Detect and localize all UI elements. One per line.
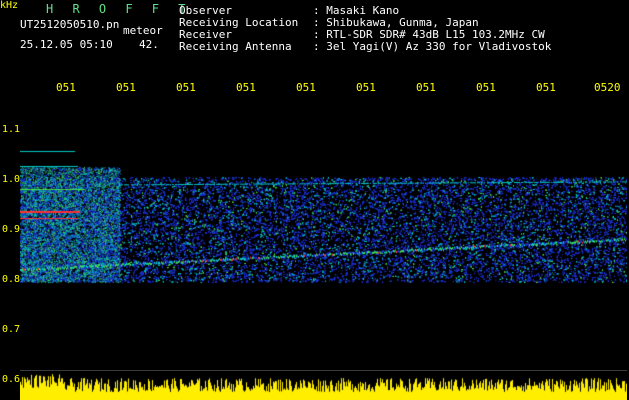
- time-tick-label: 051: [296, 81, 316, 94]
- y-tick-label: 0.7: [2, 324, 21, 335]
- time-tick-label: 051: [176, 81, 196, 94]
- brand-title: H R O F F T: [46, 2, 192, 16]
- time-tick-label: 051: [116, 81, 136, 94]
- spectrogram-waterfall: [20, 97, 627, 400]
- station-info-labels: Observer Receiving Location Receiver Rec…: [179, 4, 299, 53]
- y-tick-label: 0.9: [2, 224, 21, 235]
- count-value: 42.: [139, 38, 159, 51]
- time-tick-label: 051: [236, 81, 256, 94]
- file-name: UT2512050510.pn: [20, 18, 120, 31]
- station-info-values: : Masaki Kano : Shibukawa, Gunma, Japan …: [313, 4, 552, 53]
- y-tick-label: 0.8: [2, 274, 21, 285]
- timestamp: 25.12.05 05:10: [20, 38, 113, 51]
- detection-tag: meteor: [123, 24, 163, 37]
- activity-separator-line: [20, 370, 627, 371]
- time-tick-label: 051: [56, 81, 76, 94]
- time-tick-label: 051: [476, 81, 496, 94]
- time-tick-label: 0520: [594, 81, 621, 94]
- y-tick-label: 0.6: [2, 374, 21, 385]
- y-tick-label: 1.1: [2, 124, 21, 135]
- time-tick-label: 051: [356, 81, 376, 94]
- y-tick-label: 1.0: [2, 174, 21, 185]
- time-tick-label: 051: [416, 81, 436, 94]
- time-tick-label: 051: [536, 81, 556, 94]
